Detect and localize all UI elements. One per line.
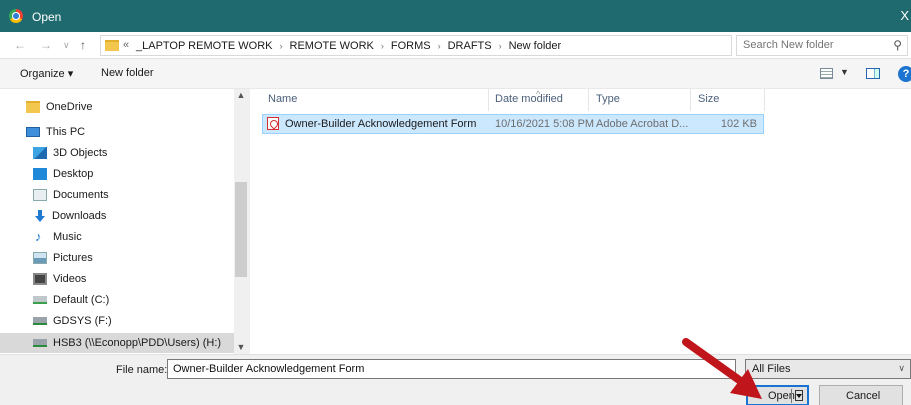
open-dropdown-icon[interactable] [795, 390, 803, 401]
chevron-right-icon[interactable]: › [381, 41, 384, 51]
file-list: ^ Name Date modified Type Size Owner-Bui… [250, 89, 911, 354]
navigation-pane: OneDrive This PC 3D Objects Desktop Docu… [0, 89, 248, 354]
pdf-file-icon [267, 117, 279, 130]
column-header-type[interactable]: Type [596, 93, 620, 105]
nav-item-label: Pictures [53, 252, 93, 264]
3d-objects-icon [33, 147, 47, 159]
navigation-scrollbar[interactable]: ▲ ▼ [234, 89, 248, 354]
split-divider [791, 389, 792, 403]
breadcrumb: _LAPTOP REMOTE WORK › REMOTE WORK › FORM… [136, 40, 561, 52]
up-arrow-icon[interactable]: ↑ [80, 38, 86, 52]
title-bar: Open X [0, 0, 911, 32]
dialog-footer: File name: All Files ∨ Open Cancel [0, 354, 911, 405]
chevron-down-icon[interactable]: ▼ [840, 67, 849, 77]
folder-icon [26, 101, 40, 113]
nav-item-label: GDSYS (F:) [53, 315, 112, 327]
chevron-right-icon[interactable]: › [438, 41, 441, 51]
desktop-icon [33, 168, 47, 180]
nav-item-this-pc[interactable]: This PC [0, 122, 234, 142]
downloads-icon [34, 209, 46, 223]
nav-item-pictures[interactable]: Pictures [0, 248, 234, 268]
chevron-right-icon[interactable]: › [280, 41, 283, 51]
nav-item-label: Downloads [52, 210, 107, 222]
recent-locations-icon[interactable]: ∨ [63, 40, 70, 51]
file-name: Owner-Builder Acknowledgement Form [285, 118, 477, 130]
open-button[interactable]: Open [746, 385, 809, 405]
pc-icon [26, 127, 40, 137]
file-type-filter-value: All Files [752, 363, 791, 375]
scroll-down-icon[interactable]: ▼ [234, 342, 248, 352]
nav-item-label: Default (C:) [53, 294, 110, 306]
nav-item-label: This PC [46, 126, 86, 138]
pictures-icon [33, 252, 47, 264]
cancel-button-label: Cancel [846, 390, 881, 402]
nav-item-label: 3D Objects [53, 147, 108, 159]
scrollbar-thumb[interactable] [235, 182, 247, 277]
chevron-right-icon[interactable]: › [499, 41, 502, 51]
network-drive-icon [33, 339, 47, 347]
column-separator[interactable] [488, 89, 489, 111]
search-icon[interactable]: ⚲ [893, 38, 902, 52]
file-size: 102 KB [720, 118, 757, 130]
nav-item-videos[interactable]: Videos [0, 269, 234, 289]
forward-arrow-icon[interactable]: → [40, 38, 52, 52]
nav-item-music[interactable]: ♪ Music [0, 227, 234, 247]
nav-item-gdsys-f[interactable]: GDSYS (F:) [0, 311, 234, 331]
search-input[interactable] [743, 39, 883, 51]
address-overflow-icon[interactable]: « [123, 39, 129, 51]
file-date-modified: 10/16/2021 5:08 PM [495, 118, 595, 130]
window-title: Open [32, 10, 62, 24]
file-name-input[interactable] [167, 359, 736, 379]
new-folder-button[interactable]: New folder [101, 67, 154, 79]
change-view-icon[interactable] [820, 68, 833, 79]
breadcrumb-item[interactable]: New folder [509, 40, 562, 52]
drive-icon [33, 296, 47, 304]
cancel-button[interactable]: Cancel [819, 385, 903, 405]
music-icon: ♪ [35, 229, 42, 244]
folder-icon [105, 40, 119, 51]
preview-pane-icon[interactable] [866, 68, 880, 79]
nav-item-downloads[interactable]: Downloads [0, 206, 234, 226]
column-header-name[interactable]: Name [268, 93, 297, 105]
documents-icon [33, 189, 47, 201]
nav-item-label: Documents [53, 189, 109, 201]
nav-item-default-c[interactable]: Default (C:) [0, 290, 234, 310]
file-type-filter-select[interactable]: All Files ∨ [745, 359, 911, 379]
close-icon[interactable]: X [900, 8, 909, 23]
nav-item-documents[interactable]: Documents [0, 185, 234, 205]
chevron-down-icon: ∨ [898, 363, 905, 373]
videos-icon [33, 273, 47, 285]
nav-item-label: HSB3 (\\Econopp\PDD\Users) (H:) [53, 337, 222, 349]
search-box[interactable]: ⚲ [736, 35, 908, 56]
breadcrumb-item[interactable]: DRAFTS [448, 40, 492, 52]
network-drive-icon [33, 317, 47, 325]
address-box[interactable]: « _LAPTOP REMOTE WORK › REMOTE WORK › FO… [100, 35, 827, 56]
chrome-app-icon [9, 9, 23, 23]
column-separator[interactable] [588, 89, 589, 111]
nav-item-3d-objects[interactable]: 3D Objects [0, 143, 234, 163]
scroll-up-icon[interactable]: ▲ [234, 90, 248, 100]
column-header-date-modified[interactable]: Date modified [495, 93, 563, 105]
nav-item-hsb3-h[interactable]: HSB3 (\\Econopp\PDD\Users) (H:) [0, 333, 234, 353]
nav-item-label: Videos [53, 273, 87, 285]
breadcrumb-item[interactable]: FORMS [391, 40, 431, 52]
nav-item-label: OneDrive [46, 101, 93, 113]
nav-item-label: Desktop [53, 168, 94, 180]
nav-item-desktop[interactable]: Desktop [0, 164, 234, 184]
column-header-size[interactable]: Size [698, 93, 719, 105]
column-separator[interactable] [764, 89, 765, 111]
help-icon[interactable]: ? [898, 66, 911, 82]
file-type: Adobe Acrobat D... [596, 118, 689, 130]
nav-item-onedrive[interactable]: OneDrive [0, 97, 234, 117]
breadcrumb-item[interactable]: _LAPTOP REMOTE WORK [136, 40, 273, 52]
organize-button[interactable]: Organize ▾ [20, 67, 73, 80]
command-bar: Organize ▾ New folder ▼ ? [0, 59, 911, 89]
column-separator[interactable] [690, 89, 691, 111]
address-bar-row: ← → ∨ ↑ « _LAPTOP REMOTE WORK › REMOTE W… [0, 32, 911, 59]
file-row[interactable]: Owner-Builder Acknowledgement Form 10/16… [262, 114, 764, 134]
breadcrumb-item[interactable]: REMOTE WORK [290, 40, 374, 52]
file-name-label: File name: [116, 364, 168, 376]
nav-item-label: Music [53, 231, 82, 243]
back-arrow-icon[interactable]: ← [14, 38, 26, 52]
